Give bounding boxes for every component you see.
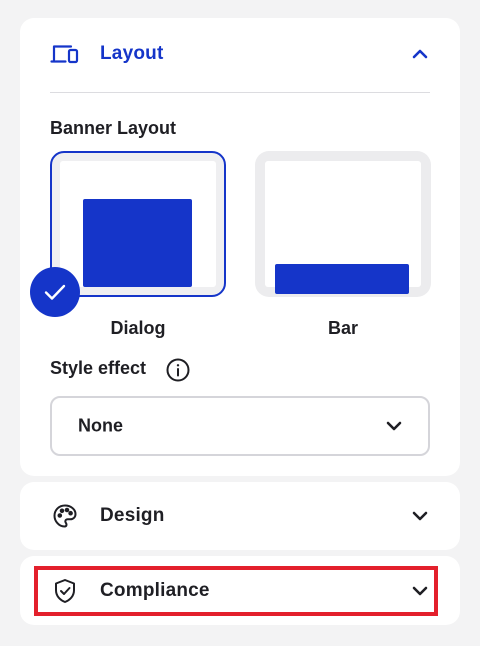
layout-panel: Layout Banner Layout Dialog Bar Style ef…	[20, 18, 460, 476]
chevron-down-icon[interactable]	[410, 506, 430, 526]
chevron-up-icon[interactable]	[410, 44, 430, 64]
style-effect-select[interactable]: None	[50, 396, 430, 456]
info-icon[interactable]	[166, 358, 190, 382]
design-section-header[interactable]: Design	[20, 482, 460, 550]
layout-section-title: Layout	[100, 43, 164, 64]
design-section-title: Design	[100, 505, 165, 526]
style-effect-label: Style effect	[50, 358, 147, 378]
bar-option-label: Bar	[327, 318, 358, 338]
section-divider	[50, 92, 430, 93]
selected-check-icon	[30, 267, 80, 317]
dialog-preview-shape	[83, 199, 192, 287]
dialog-option-label: Dialog	[110, 318, 166, 338]
compliance-panel: Compliance	[20, 556, 460, 625]
style-effect-value: None	[78, 415, 123, 436]
shield-check-icon	[50, 578, 80, 603]
layout-section-header[interactable]: Layout	[20, 18, 460, 90]
devices-icon	[50, 42, 80, 66]
compliance-section-header[interactable]: Compliance	[20, 556, 460, 625]
chevron-down-icon	[384, 416, 404, 436]
palette-icon	[50, 504, 80, 528]
banner-layout-label: Banner Layout	[50, 118, 177, 138]
compliance-section-title: Compliance	[100, 579, 210, 601]
bar-preview-shape	[275, 264, 409, 294]
chevron-down-icon[interactable]	[410, 581, 430, 601]
design-panel: Design	[20, 482, 460, 550]
